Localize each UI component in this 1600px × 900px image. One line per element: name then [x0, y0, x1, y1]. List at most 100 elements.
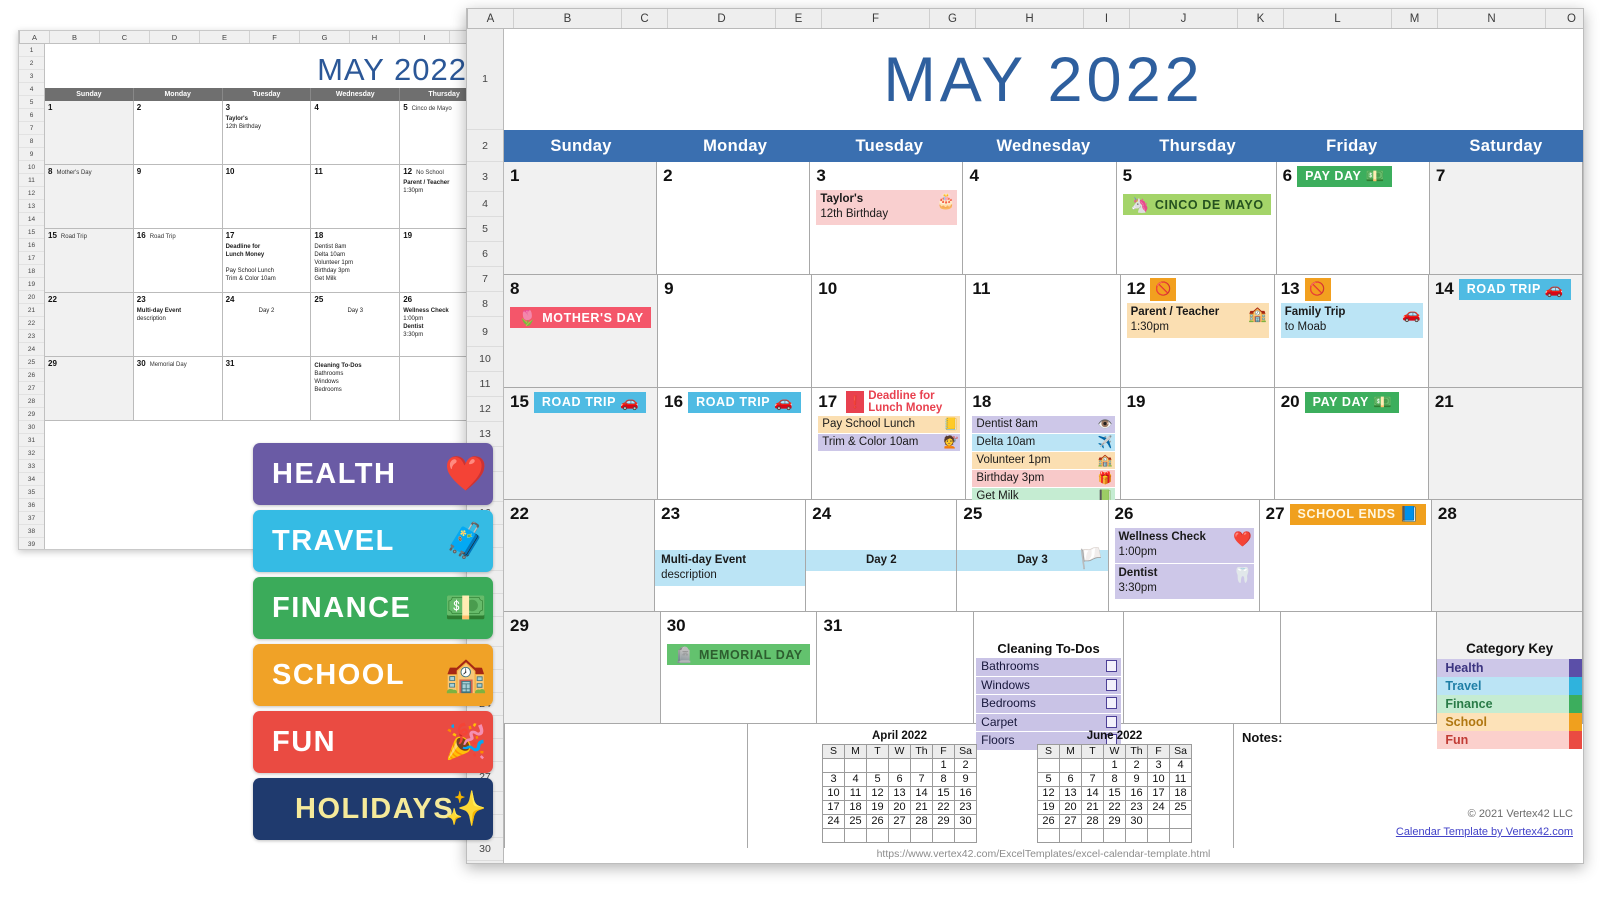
mini-calendar-day[interactable]: 15 [1103, 786, 1126, 801]
day-cell[interactable]: 4 [963, 162, 1117, 274]
column-header-G[interactable]: G [930, 9, 976, 28]
mini-calendar-day[interactable]: 22 [932, 800, 955, 815]
checkbox-icon[interactable] [1105, 660, 1117, 672]
back-day-cell[interactable]: 15 Road Trip [45, 229, 134, 292]
mini-calendar-day[interactable]: 23 [954, 800, 977, 815]
mini-calendar-day[interactable] [1059, 758, 1082, 773]
back-event[interactable]: Birthday 3pm [314, 267, 396, 275]
mini-calendar-day[interactable] [1103, 828, 1126, 843]
back-row-header-37[interactable]: 37 [19, 512, 44, 525]
row-header-31[interactable]: 31 [467, 861, 503, 863]
day-cell[interactable]: 29 [504, 612, 661, 723]
back-day-cell[interactable]: 2 [133, 101, 223, 164]
column-header-I[interactable]: I [1084, 9, 1130, 28]
row-header-3[interactable]: 3 [467, 162, 503, 192]
mini-calendar-day[interactable]: 8 [932, 772, 955, 787]
mini-calendar-day[interactable]: 20 [888, 800, 911, 815]
mini-calendar-day[interactable]: 24 [1147, 800, 1170, 815]
row-header-10[interactable]: 10 [467, 347, 503, 372]
back-day-cell[interactable]: 31 [222, 357, 312, 420]
day-cell[interactable]: 28 [1431, 500, 1583, 611]
mini-calendar-day[interactable]: 25 [1169, 800, 1192, 815]
day-cell[interactable]: 1 [504, 162, 658, 274]
column-header-K[interactable]: K [1238, 9, 1284, 28]
back-column-header-G[interactable]: G [300, 31, 350, 43]
mini-calendar-day[interactable]: 5 [866, 772, 889, 787]
day-cell[interactable]: 8 🌷 MOTHER'S DAY [504, 275, 659, 387]
mini-calendar-day[interactable]: 27 [1059, 814, 1082, 829]
day-cell[interactable]: 9 [658, 275, 813, 387]
back-row-header-22[interactable]: 22 [19, 317, 44, 330]
back-day-cell[interactable]: 4 [311, 101, 401, 164]
mini-calendar-day[interactable] [1169, 814, 1192, 829]
column-header-L[interactable]: L [1284, 9, 1392, 28]
day-cell[interactable]: 21 [1428, 388, 1583, 499]
back-event[interactable]: Trim & Color 10am [226, 275, 308, 283]
back-event[interactable]: Day 3 [314, 307, 396, 315]
day-cell[interactable] [1280, 612, 1438, 723]
back-event[interactable]: Get Milk [314, 275, 396, 283]
back-row-header-35[interactable]: 35 [19, 486, 44, 499]
back-row-header-32[interactable]: 32 [19, 447, 44, 460]
mini-calendar-day[interactable]: 13 [888, 786, 911, 801]
back-row-header-34[interactable]: 34 [19, 473, 44, 486]
back-column-header-A[interactable]: A [20, 31, 50, 43]
mini-calendar-day[interactable]: 25 [844, 814, 867, 829]
back-event[interactable]: Deadline for [226, 243, 308, 251]
mini-calendar-day[interactable]: 12 [866, 786, 889, 801]
back-row-header-6[interactable]: 6 [19, 109, 44, 122]
mini-calendar-day[interactable]: 17 [822, 800, 845, 815]
mini-calendar-day[interactable] [844, 758, 867, 773]
checkbox-icon[interactable] [1105, 697, 1117, 709]
multiday-span[interactable]: Multi-day Event description [655, 550, 806, 586]
back-day-cell[interactable]: 9 [133, 165, 223, 228]
category-sticker-health[interactable]: HEALTH ❤️ [253, 443, 493, 505]
day-cell[interactable]: 23 Multi-day Event description [655, 500, 807, 611]
mini-calendar-day[interactable]: 6 [888, 772, 911, 787]
event-row[interactable]: Dentist 8am 👁️ [972, 416, 1115, 434]
row-header-1[interactable]: 1 [467, 29, 503, 130]
back-row-header-19[interactable]: 19 [19, 278, 44, 291]
mini-calendar-day[interactable]: 7 [910, 772, 933, 787]
mini-calendar-day[interactable] [822, 758, 845, 773]
back-day-cell[interactable]: Cleaning To-Dos Bathrooms Windows Bedrooms [311, 357, 401, 420]
mini-calendar-day[interactable] [1147, 828, 1170, 843]
event-block[interactable]: Dentist 3:30pm 🦷 [1114, 564, 1254, 599]
mini-calendar-day[interactable]: 18 [844, 800, 867, 815]
mini-calendar-day[interactable]: 29 [1103, 814, 1126, 829]
back-day-cell[interactable]: 18 Dentist 8am Delta 10am Volunteer 1pm Birt… [311, 229, 401, 292]
column-header-H[interactable]: H [976, 9, 1084, 28]
mini-calendar-day[interactable]: 30 [954, 814, 977, 829]
mini-calendar-day[interactable]: 28 [1081, 814, 1104, 829]
mini-calendar-day[interactable]: 30 [1125, 814, 1148, 829]
mini-calendar-day[interactable]: 6 [1059, 772, 1082, 787]
back-row-header-20[interactable]: 20 [19, 291, 44, 304]
mini-calendar-day[interactable]: 14 [1081, 786, 1104, 801]
mini-calendar-day[interactable]: 1 [1103, 758, 1126, 773]
select-all-corner[interactable] [467, 9, 468, 28]
back-day-cell[interactable]: 25 Day 3 [311, 293, 401, 356]
back-row-header-29[interactable]: 29 [19, 408, 44, 421]
back-column-header-I[interactable]: I [400, 31, 450, 43]
day-cell[interactable]: 31 [817, 612, 975, 723]
checkbox-icon[interactable] [1105, 678, 1117, 691]
mini-calendar-day[interactable] [1081, 828, 1104, 843]
holiday-ribbon[interactable]: 🌷 MOTHER'S DAY [510, 307, 651, 328]
row-header-11[interactable]: 11 [467, 372, 503, 397]
day-cell[interactable]: 15 ROAD TRIP 🚗 [504, 388, 659, 499]
mini-calendar-day[interactable]: 15 [932, 786, 955, 801]
back-row-header-14[interactable]: 14 [19, 213, 44, 226]
back-row-header-36[interactable]: 36 [19, 499, 44, 512]
mini-calendar-day[interactable]: 26 [1037, 814, 1060, 829]
day-cell[interactable]: 10 [812, 275, 967, 387]
day-cell[interactable]: 25 Day 3 🏳️ [957, 500, 1109, 611]
column-header-C[interactable]: C [622, 9, 668, 28]
mini-calendar-day[interactable]: 20 [1059, 800, 1082, 815]
back-event[interactable]: Day 2 [226, 307, 308, 315]
event-row[interactable]: Trim & Color 10am 💇 [818, 434, 961, 452]
back-day-cell[interactable]: 29 [45, 357, 134, 420]
mini-calendar-day[interactable]: 2 [954, 758, 977, 773]
back-day-cell[interactable]: 24 Day 2 [222, 293, 312, 356]
back-row-header-5[interactable]: 5 [19, 96, 44, 109]
mini-calendar-day[interactable]: 19 [1037, 800, 1060, 815]
